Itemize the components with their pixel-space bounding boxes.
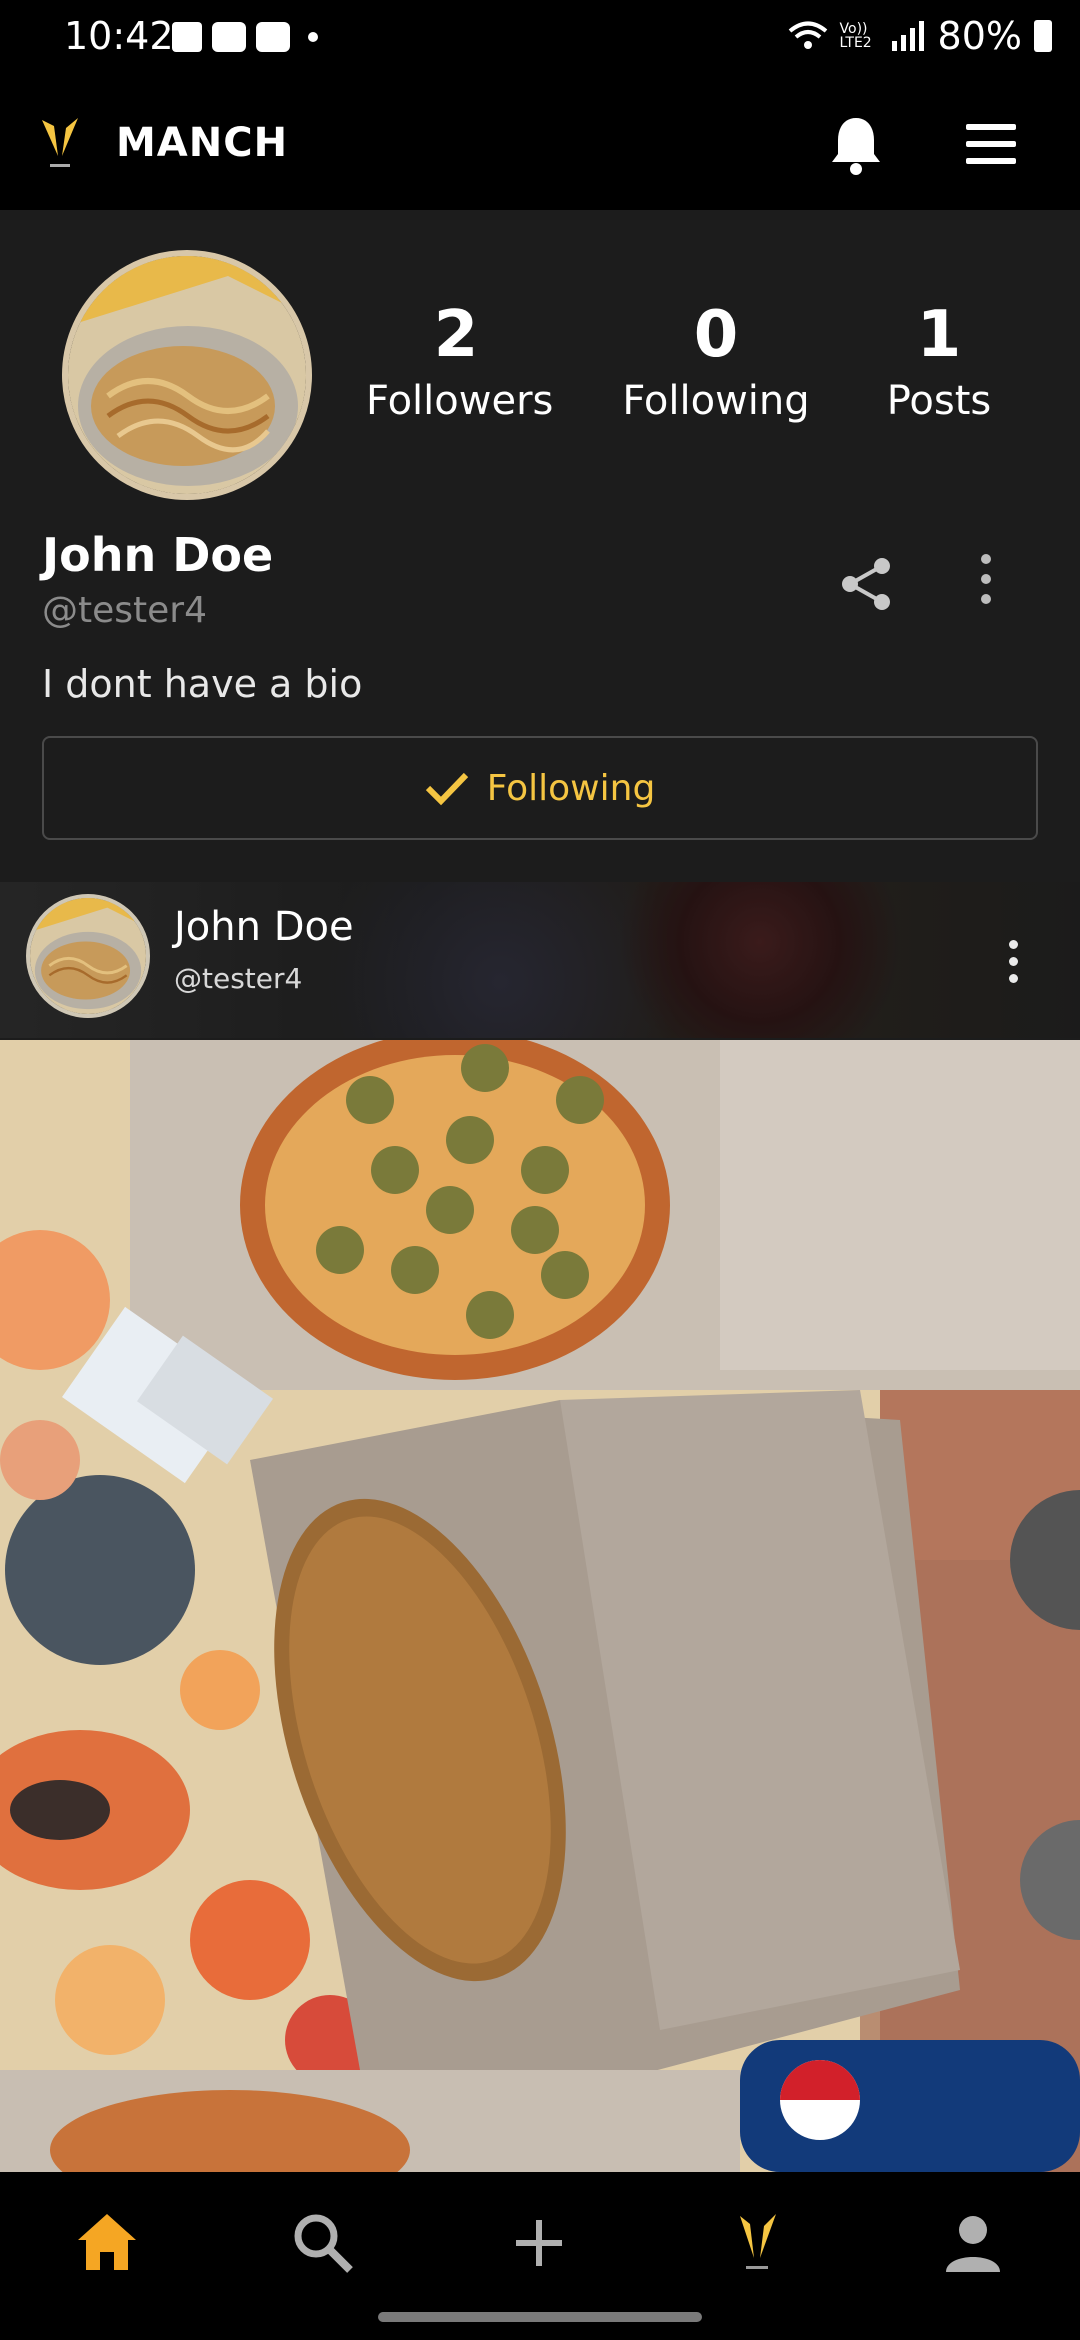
post-image[interactable]: [0, 1040, 1080, 2172]
signal-icon: [891, 21, 924, 51]
manch-logo-icon[interactable]: [40, 116, 80, 172]
wifi-icon: [788, 21, 827, 49]
gallery-notification-icon: [172, 22, 202, 52]
post-more-icon[interactable]: [1006, 940, 1020, 990]
following-label: Following: [622, 378, 810, 424]
app-title: MANCH: [116, 120, 289, 166]
post-author-avatar[interactable]: [26, 894, 150, 1018]
add-icon[interactable]: [504, 2208, 574, 2278]
profile-more-icon[interactable]: [978, 554, 994, 614]
profile-icon[interactable]: [938, 2208, 1008, 2278]
following-button[interactable]: Following: [42, 736, 1038, 840]
following-count: 0: [693, 298, 739, 372]
profile-bio: I dont have a bio: [42, 662, 363, 706]
pizza-photo: [0, 1040, 1080, 2172]
manch-logo-nav-icon[interactable]: [722, 2208, 792, 2278]
stat-posts[interactable]: 1 Posts: [874, 298, 1004, 424]
search-icon[interactable]: [288, 2208, 358, 2278]
status-bar: 10:42 Vo)) LTE2 80%: [0, 0, 1080, 80]
status-right: Vo)) LTE2 80%: [788, 14, 1052, 58]
following-button-label: Following: [486, 767, 656, 809]
posts-label: Posts: [886, 378, 992, 424]
status-time: 10:42: [64, 14, 174, 58]
battery-percent: 80%: [937, 14, 1022, 58]
profile-avatar[interactable]: [62, 250, 312, 500]
followers-count: 2: [433, 298, 479, 372]
posts-count: 1: [916, 298, 962, 372]
network-label: Vo)) LTE2: [839, 21, 872, 51]
profile-section: 2 Followers 0 Following 1 Posts John Doe…: [0, 210, 1080, 880]
stat-followers[interactable]: 2 Followers: [366, 298, 554, 424]
youtube-notification-icon: [212, 22, 246, 52]
bell-icon[interactable]: [826, 112, 886, 176]
more-notifications-dot-icon: [308, 32, 318, 42]
post-author-name[interactable]: John Doe: [174, 904, 354, 950]
gesture-home-bar[interactable]: [378, 2312, 702, 2322]
profile-name: John Doe: [42, 528, 274, 582]
home-icon[interactable]: [72, 2208, 142, 2278]
battery-icon: [1034, 20, 1052, 52]
noodles-photo-small: [30, 898, 146, 1014]
check-icon: [425, 772, 468, 806]
noodles-photo: [68, 256, 306, 494]
app-header: MANCH: [0, 80, 1080, 210]
share-icon[interactable]: [836, 554, 896, 614]
post-author-handle: @tester4: [174, 962, 303, 995]
youtube-notification-icon-2: [256, 22, 290, 52]
hamburger-menu-icon[interactable]: [966, 124, 1016, 164]
profile-handle: @tester4: [42, 590, 207, 631]
stat-following[interactable]: 0 Following: [616, 298, 816, 424]
post-header-background: [0, 882, 1080, 1038]
notification-icons: [172, 22, 318, 52]
followers-label: Followers: [366, 378, 554, 424]
post-header: John Doe @tester4: [0, 882, 1080, 1038]
